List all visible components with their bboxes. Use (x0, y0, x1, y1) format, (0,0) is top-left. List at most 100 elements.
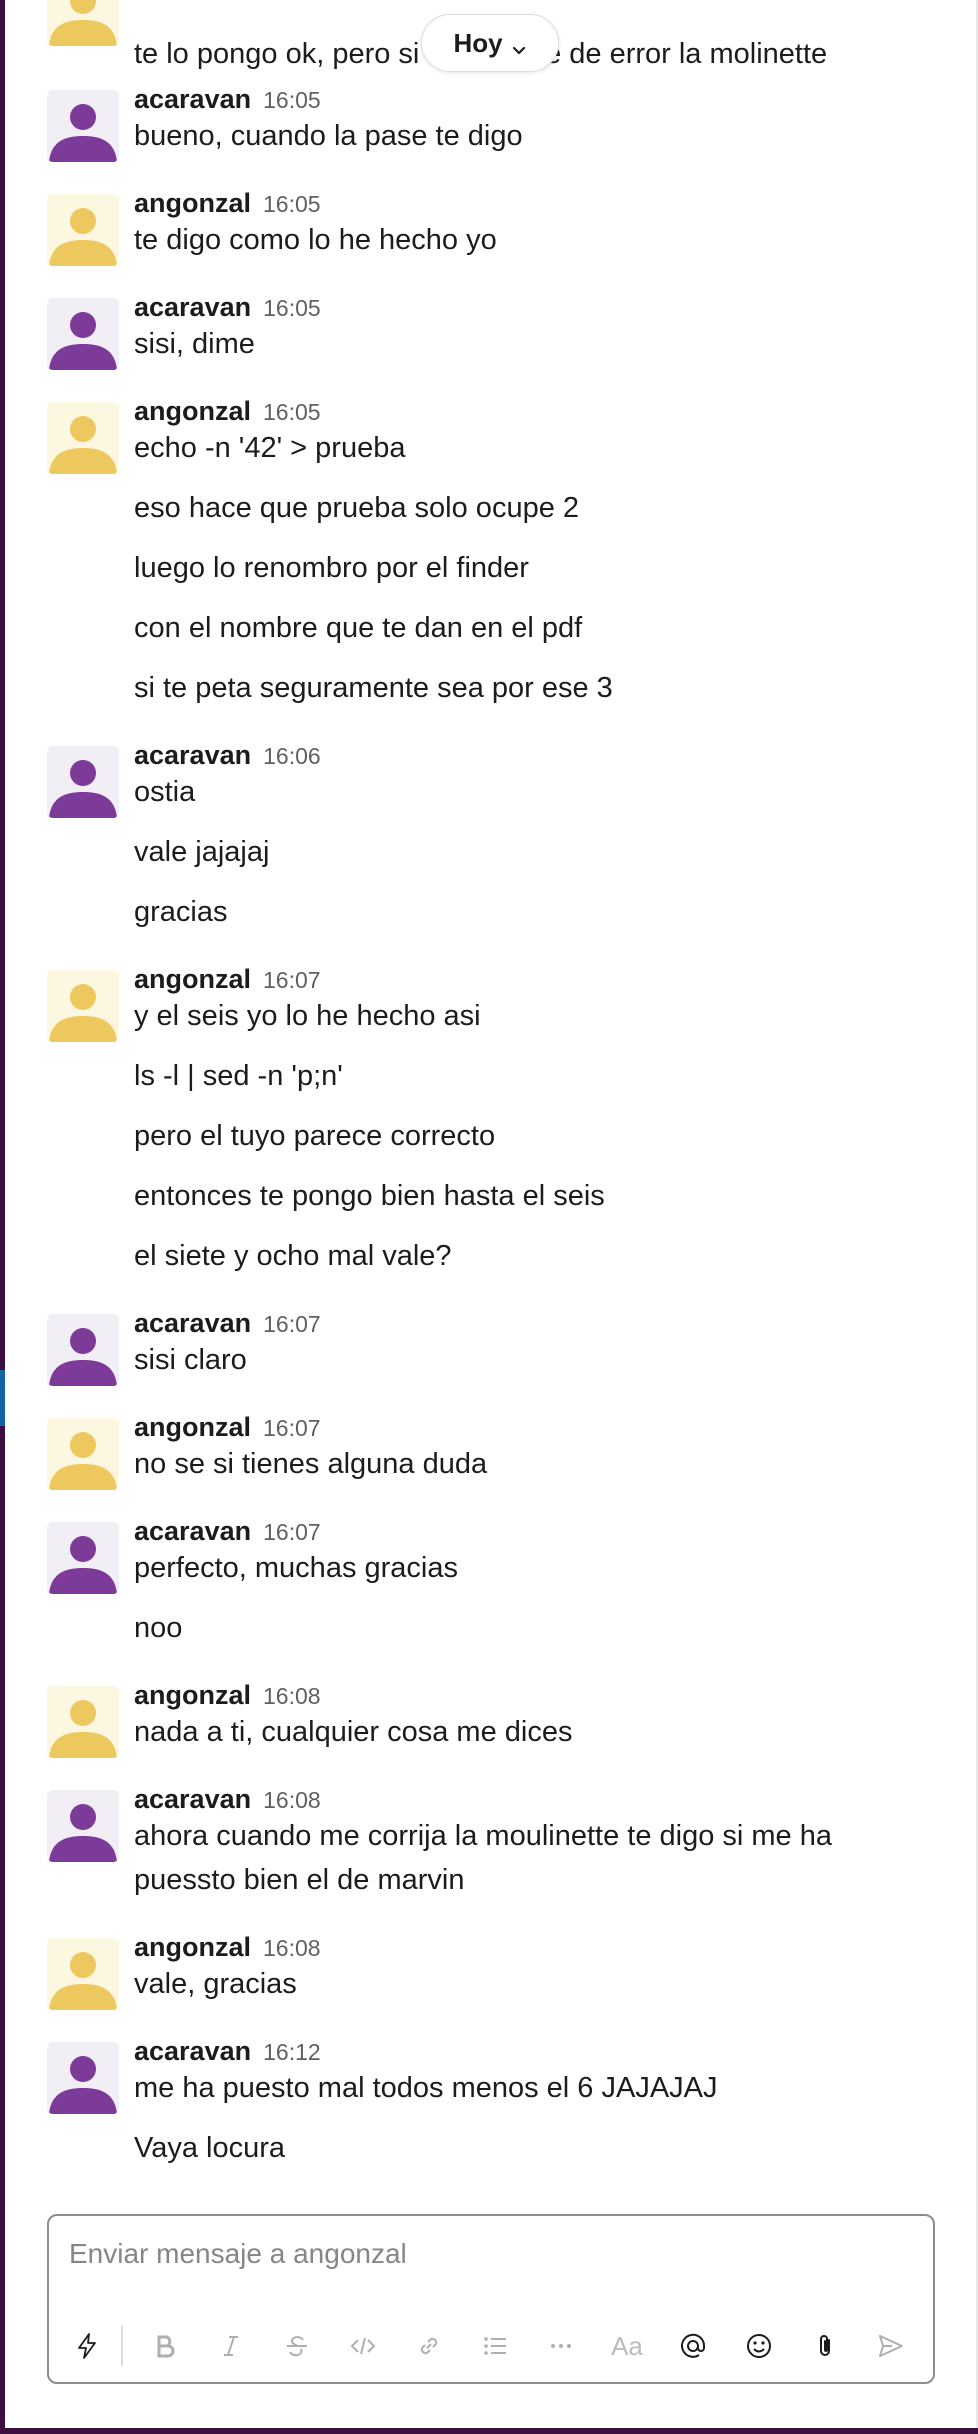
message-author[interactable]: acaravan (134, 1308, 251, 1338)
message-header: angonzal 16:07 (134, 1412, 321, 1442)
message-input[interactable]: Enviar mensaje a angonzal (69, 2238, 407, 2270)
message-author[interactable]: acaravan (134, 1784, 251, 1814)
message-author[interactable]: acaravan (134, 2036, 251, 2066)
message-author[interactable]: angonzal (134, 1412, 251, 1442)
message-timestamp[interactable]: 16:05 (263, 87, 321, 113)
message-text: sisi, dime (134, 328, 255, 360)
message-author[interactable]: acaravan (134, 84, 251, 114)
composer-toolbar: Aa (49, 2310, 933, 2382)
message-text: con el nombre que te dan en el pdf (134, 612, 583, 644)
message-text: si te peta seguramente sea por ese 3 (134, 672, 613, 704)
message-timestamp[interactable]: 16:07 (263, 1415, 321, 1441)
bulleted-list-icon[interactable] (473, 2324, 517, 2368)
mention-icon[interactable] (671, 2324, 715, 2368)
message-author[interactable]: acaravan (134, 292, 251, 322)
message-header: angonzal 16:07 (134, 964, 321, 994)
emoji-icon[interactable] (737, 2324, 781, 2368)
message-text: bueno, cuando la pase te digo (134, 120, 523, 152)
message-timestamp[interactable]: 16:05 (263, 191, 321, 217)
avatar[interactable] (47, 970, 119, 1042)
message-header: angonzal 16:08 (134, 1680, 321, 1710)
message-author[interactable]: acaravan (134, 740, 251, 770)
strikethrough-icon[interactable] (275, 2324, 319, 2368)
message-author[interactable]: angonzal (134, 396, 251, 426)
user-avatar-icon (49, 312, 117, 370)
message-author[interactable]: angonzal (134, 964, 251, 994)
message-text: vale, gracias (134, 1968, 297, 2000)
avatar[interactable] (47, 746, 119, 818)
avatar[interactable] (47, 1314, 119, 1386)
attachment-icon[interactable] (803, 2324, 847, 2368)
avatar[interactable] (47, 1790, 119, 1862)
message-text: luego lo renombro por el finder (134, 552, 529, 584)
avatar[interactable] (47, 1938, 119, 2010)
message-timestamp[interactable]: 16:07 (263, 1311, 321, 1337)
avatar[interactable] (47, 90, 119, 162)
user-avatar-icon (49, 760, 117, 818)
shortcuts-icon[interactable] (65, 2324, 109, 2368)
bold-icon[interactable] (143, 2324, 187, 2368)
avatar[interactable] (47, 402, 119, 474)
message-text: gracias (134, 896, 228, 928)
message-header: angonzal 16:05 (134, 188, 321, 218)
user-avatar-icon (49, 104, 117, 162)
message-text: ls -l | sed -n 'p;n' (134, 1060, 343, 1092)
user-avatar-icon (49, 1536, 117, 1594)
message-timestamp[interactable]: 16:07 (263, 1519, 321, 1545)
formatting-label: Aa (611, 2330, 643, 2361)
message-timestamp[interactable]: 16:08 (263, 1683, 321, 1709)
message-header: angonzal 16:08 (134, 1932, 321, 1962)
message-text: sisi claro (134, 1344, 247, 1376)
avatar[interactable] (47, 2042, 119, 2114)
formatting-icon[interactable]: Aa (605, 2324, 649, 2368)
message-text: te digo como lo he hecho yo (134, 224, 497, 256)
avatar[interactable] (47, 0, 119, 46)
message-timestamp[interactable]: 16:08 (263, 1787, 321, 1813)
message-text: y el seis yo lo he hecho asi (134, 1000, 481, 1032)
avatar[interactable] (47, 1522, 119, 1594)
message-header: acaravan 16:05 (134, 84, 321, 114)
message-text: vale jajajaj (134, 836, 270, 868)
date-divider-label: Hoy (453, 27, 503, 58)
avatar[interactable] (47, 1418, 119, 1490)
avatar[interactable] (47, 298, 119, 370)
message-header: acaravan 16:05 (134, 292, 321, 322)
message-header: acaravan 16:07 (134, 1308, 321, 1338)
message-timestamp[interactable]: 16:05 (263, 399, 321, 425)
message-text: Vaya locura (134, 2132, 285, 2164)
message-author[interactable]: angonzal (134, 1680, 251, 1710)
message-list[interactable]: angonzal16:05te lo pongo ok, pero si me … (5, 0, 976, 2200)
message-text: noo (134, 1612, 183, 1644)
message-timestamp[interactable]: 16:08 (263, 1935, 321, 1961)
message-timestamp[interactable]: 16:07 (263, 967, 321, 993)
user-avatar-icon (49, 0, 117, 46)
toolbar-divider (121, 2326, 123, 2366)
send-icon[interactable] (869, 2324, 913, 2368)
user-avatar-icon (49, 1952, 117, 2010)
message-text: eso hace que prueba solo ocupe 2 (134, 492, 580, 524)
link-icon[interactable] (407, 2324, 451, 2368)
avatar[interactable] (47, 1686, 119, 1758)
code-icon[interactable] (341, 2324, 385, 2368)
message-timestamp[interactable]: 16:06 (263, 743, 321, 769)
message-text: ostia (134, 776, 196, 808)
date-divider-pill[interactable]: Hoy (421, 14, 559, 72)
more-icon[interactable] (539, 2324, 583, 2368)
message-header: angonzal 16:05 (134, 396, 321, 426)
avatar[interactable] (47, 194, 119, 266)
message-text: perfecto, muchas gracias (134, 1552, 458, 1584)
user-avatar-icon (49, 416, 117, 474)
message-author[interactable]: angonzal (134, 188, 251, 218)
message-text: ahora cuando me corrija la moulinette te… (134, 1820, 832, 1896)
message-timestamp[interactable]: 16:05 (263, 295, 321, 321)
message-author[interactable]: acaravan (134, 1516, 251, 1546)
user-avatar-icon (49, 984, 117, 1042)
message-header: acaravan 16:12 (134, 2036, 321, 2066)
italic-icon[interactable] (209, 2324, 253, 2368)
message-text: el siete y ocho mal vale? (134, 1240, 452, 1272)
user-avatar-icon (49, 1700, 117, 1758)
message-composer[interactable]: Enviar mensaje a angonzal Aa (47, 2214, 935, 2384)
message-text: pero el tuyo parece correcto (134, 1120, 496, 1152)
message-author[interactable]: angonzal (134, 1932, 251, 1962)
message-timestamp[interactable]: 16:12 (263, 2039, 321, 2065)
